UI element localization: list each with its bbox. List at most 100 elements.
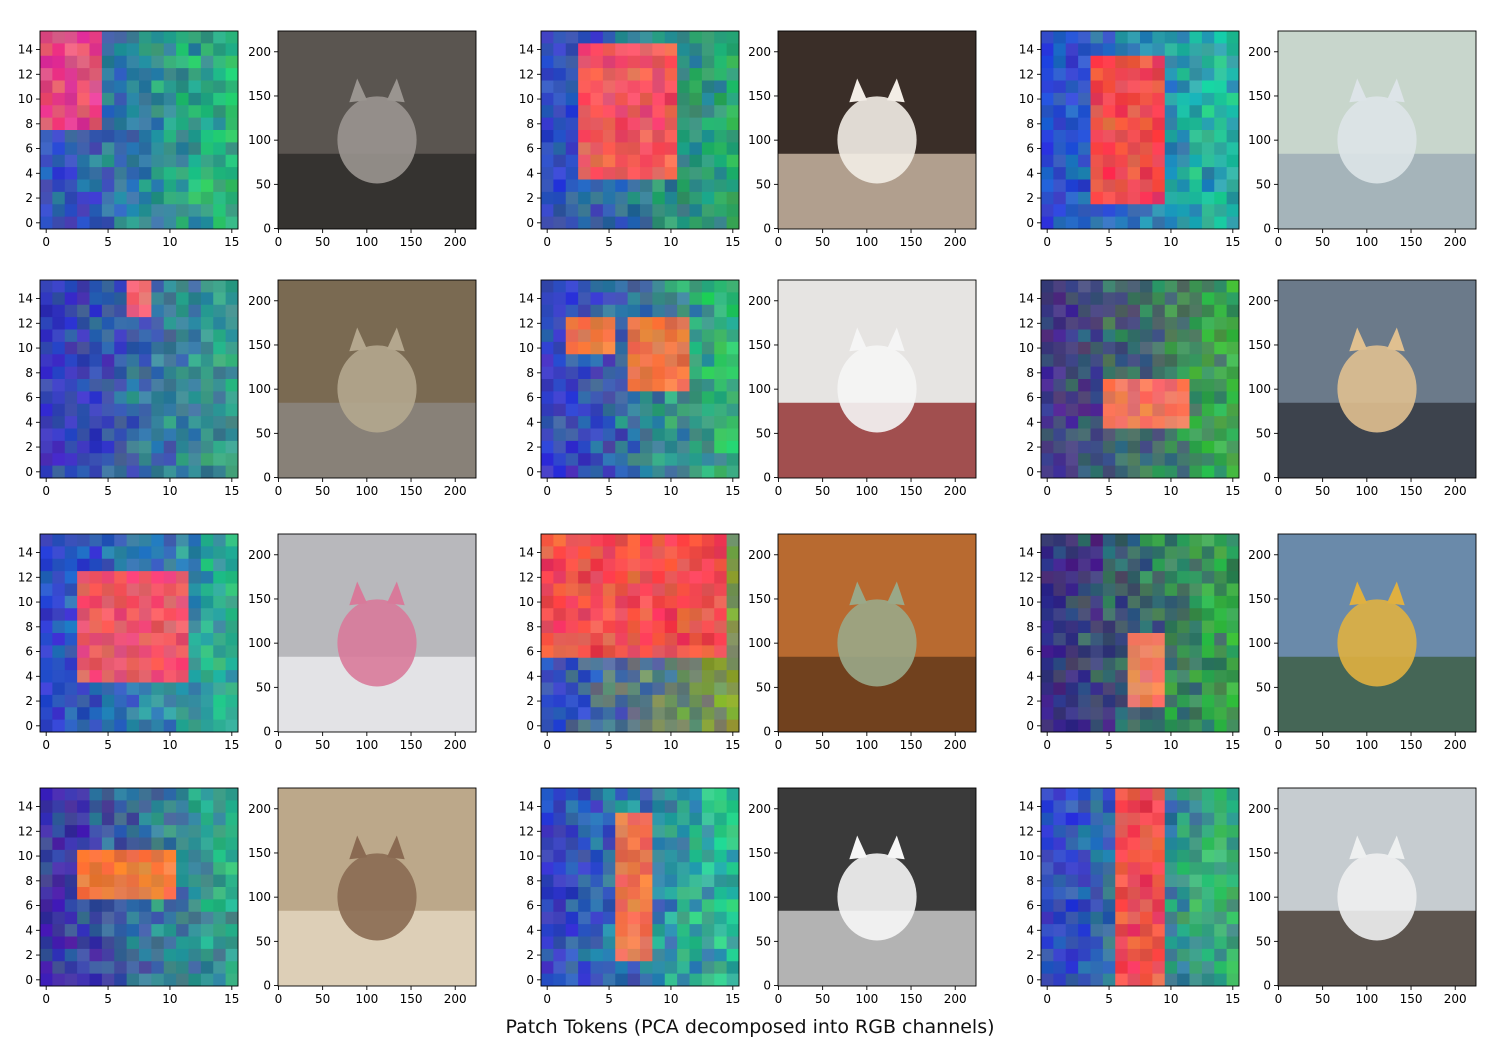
heatmap-cell [664,204,678,218]
heatmap-cell [553,440,567,454]
heatmap-cell [627,31,641,44]
heatmap-cell [225,117,239,131]
heatmap-cell [114,167,128,180]
heatmap-cell [1201,670,1215,683]
heatmap-cell [89,465,103,479]
heatmap-cell [677,911,690,925]
heatmap-cell [553,645,567,659]
heatmap-cell [1053,973,1067,987]
heatmap-cell [114,788,128,801]
heatmap-cell [1226,788,1240,801]
heatmap-cell [139,341,152,355]
heatmap-cell [213,341,227,355]
heatmap-cell [151,31,165,44]
heatmap-cell [1065,391,1079,405]
heatmap-cell [553,812,567,826]
heatmap-cell [1053,682,1067,696]
y-tick-label: 0 [1026,465,1034,479]
heatmap-cell [176,645,189,659]
heatmap-cell [615,670,629,683]
heatmap-cell [726,92,740,106]
heatmap-cell [52,645,66,659]
heatmap-cell [1127,719,1141,733]
heatmap-cell [689,887,703,900]
heatmap-cell [1152,204,1166,218]
heatmap-cell [89,68,103,81]
heatmap-cell [1053,465,1067,479]
heatmap-cell [176,329,189,343]
heatmap-cell [1164,329,1178,343]
heatmap-cell [590,583,604,597]
heatmap-cell [615,379,629,392]
heatmap-cell [1164,546,1178,560]
heatmap-cell [176,657,189,671]
heatmap-cell [664,142,678,156]
heatmap-cell [40,317,53,330]
heatmap-cell [139,899,152,913]
heatmap-cell [640,719,653,733]
heatmap-cell [602,428,616,442]
heatmap-cell [1127,583,1141,597]
heatmap-cell [1152,924,1166,937]
heatmap-cell [40,167,53,180]
heatmap-cell [615,304,629,318]
heatmap-cell [590,55,604,69]
heatmap-cell [213,80,227,94]
heatmap-cell [126,354,140,368]
heatmap-cell [213,911,227,925]
heatmap-cell [151,55,165,69]
heatmap-cell [40,391,53,405]
heatmap-cell [1041,465,1054,479]
heatmap-cell [126,204,140,218]
heatmap-cell [615,68,629,81]
heatmap-cell [1102,68,1116,81]
heatmap-cell [640,142,653,156]
heatmap-cell [1090,366,1104,380]
heatmap-cell [1214,874,1228,888]
heatmap-cell [1041,453,1054,467]
heatmap-cell [689,216,703,230]
heatmap-cell [1164,534,1178,547]
heatmap-cell [627,670,641,683]
heatmap-cell [1127,216,1141,230]
heatmap-cell [126,403,140,417]
heatmap-cell [1078,645,1091,659]
heatmap-cell [188,329,202,343]
heatmap-cell [213,453,227,467]
heatmap-cell [1127,403,1141,417]
heatmap-cell [40,379,53,392]
heatmap-cell [553,105,567,119]
heatmap-cell [1065,55,1079,69]
heatmap-cell [664,694,678,708]
heatmap-cell [1078,874,1091,888]
heatmap-cell [77,292,90,306]
heatmap-cell [1189,366,1203,380]
heatmap-cell [1090,633,1104,646]
heatmap-cell [726,55,740,69]
heatmap-cell [578,800,591,814]
heatmap-cell [1214,167,1228,180]
x-tick-label: 5 [605,235,613,249]
heatmap-cell [1053,341,1067,355]
heatmap-cell [1102,416,1116,429]
x-tick-label: 10 [162,484,177,498]
heatmap-cell [77,633,90,646]
heatmap-cell [701,825,715,838]
heatmap-cell [1041,694,1054,708]
heatmap-cell [1164,465,1178,479]
heatmap-cell [163,105,177,119]
heatmap-cell [615,961,629,975]
heatmap-cell [77,403,90,417]
heatmap-cell [1152,154,1166,168]
y-tick-label: 8 [25,874,33,888]
heatmap-cell [677,707,690,721]
heatmap-cell [151,887,165,900]
heatmap-cell [1189,837,1203,851]
heatmap-cell [541,899,554,913]
x-tick-label: 0 [775,235,783,249]
heatmap-cell [89,620,103,634]
heatmap-cell [689,55,703,69]
heatmap-cell [1152,719,1166,733]
heatmap-cell [1053,788,1067,801]
heatmap-cell [77,167,90,180]
